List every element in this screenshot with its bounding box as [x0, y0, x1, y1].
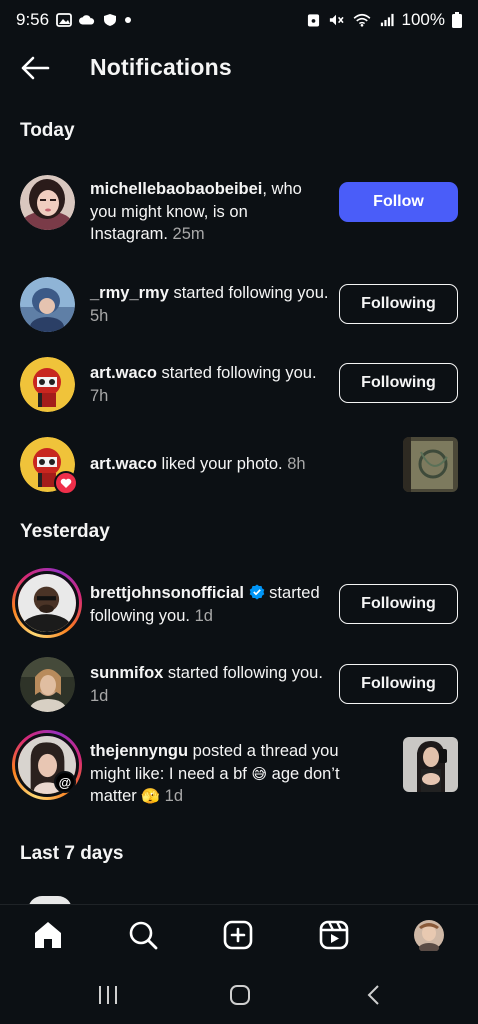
verified-badge-icon: [249, 584, 264, 600]
back-arrow-icon[interactable]: [20, 56, 50, 80]
home-button-icon[interactable]: [229, 984, 251, 1006]
section-yesterday: Yesterday: [20, 521, 110, 542]
username[interactable]: thejennyngu: [90, 742, 188, 760]
system-navigation-bar: [0, 966, 478, 1024]
mute-icon: [329, 14, 344, 26]
notification-row: _rmy_rmy started following you. 5h Follo…: [0, 276, 478, 336]
page-title: Notifications: [90, 54, 232, 80]
system-back-icon[interactable]: [366, 984, 382, 1006]
bottom-navigation: [0, 904, 478, 966]
username[interactable]: art.waco: [90, 364, 157, 382]
notification-row: art.waco started following you. 7h Follo…: [0, 356, 478, 416]
notification-text: sunmifox started following you. 1d: [90, 664, 323, 705]
avatar-with-story-ring[interactable]: [12, 568, 82, 638]
timestamp: 25m: [172, 225, 205, 243]
notification-row: michellebaobaobeibei, who you might know…: [0, 172, 478, 252]
username[interactable]: michellebaobaobeibei: [90, 180, 262, 198]
status-bar: 9:56 100%: [0, 0, 478, 40]
avatar[interactable]: [20, 175, 75, 230]
post-thumbnail[interactable]: [403, 437, 458, 492]
notification-text: michellebaobaobeibei, who you might know…: [90, 180, 302, 243]
shield-wifi-icon: [104, 14, 117, 26]
battery-icon: [452, 12, 462, 28]
create-post-icon[interactable]: [222, 919, 254, 951]
avatar[interactable]: [20, 277, 75, 332]
notification-text: brettjohnsonofficial started following y…: [90, 584, 320, 625]
timestamp: 1d: [164, 787, 183, 805]
heart-icon: [54, 471, 78, 495]
avatar[interactable]: [20, 357, 75, 412]
lock-icon: [307, 14, 319, 27]
section-today: Today: [20, 120, 75, 141]
timestamp: 1d: [90, 686, 109, 705]
notification-text: art.waco liked your photo. 8h: [90, 455, 306, 473]
username[interactable]: sunmifox: [90, 664, 163, 682]
notification-text: art.waco started following you. 7h: [90, 364, 317, 405]
threads-icon: @: [54, 771, 76, 793]
username[interactable]: art.waco: [90, 455, 157, 473]
section-last-7-days: Last 7 days: [20, 843, 124, 864]
notification-row: sunmifox started following you. 1d Follo…: [0, 656, 478, 716]
follow-button[interactable]: Follow: [339, 182, 458, 222]
notification-text: _rmy_rmy started following you. 5h: [90, 284, 329, 325]
timestamp: 5h: [90, 306, 109, 325]
header: Notifications: [0, 44, 478, 92]
following-button[interactable]: Following: [339, 363, 458, 403]
reels-icon[interactable]: [318, 919, 350, 951]
avatar[interactable]: [20, 657, 75, 712]
following-button[interactable]: Following: [339, 584, 458, 624]
search-icon[interactable]: [127, 919, 159, 951]
gallery-icon: [56, 13, 72, 27]
signal-icon: [380, 13, 394, 27]
following-button[interactable]: Following: [339, 284, 458, 324]
recent-apps-icon[interactable]: [97, 984, 119, 1006]
battery-percent: 100%: [401, 10, 445, 29]
timestamp: 7h: [90, 386, 109, 405]
notification-row: art.waco liked your photo. 8h: [0, 436, 478, 496]
username[interactable]: brettjohnsonofficial: [90, 584, 244, 602]
profile-avatar[interactable]: [413, 919, 445, 951]
home-icon[interactable]: [32, 919, 64, 951]
timestamp: 8h: [287, 455, 306, 473]
notification-row: brettjohnsonofficial started following y…: [0, 568, 478, 638]
notification-row: @ thejennyngu posted a thread you might …: [0, 730, 478, 810]
notification-text: thejennyngu posted a thread you might li…: [90, 742, 340, 805]
username[interactable]: _rmy_rmy: [90, 284, 169, 302]
status-time: 9:56: [16, 10, 50, 29]
notification-dot: [125, 17, 132, 23]
following-button[interactable]: Following: [339, 664, 458, 704]
post-thumbnail[interactable]: [403, 737, 458, 792]
wifi-icon: [353, 13, 370, 27]
cloud-icon: [79, 15, 95, 25]
timestamp: 1d: [194, 606, 213, 625]
